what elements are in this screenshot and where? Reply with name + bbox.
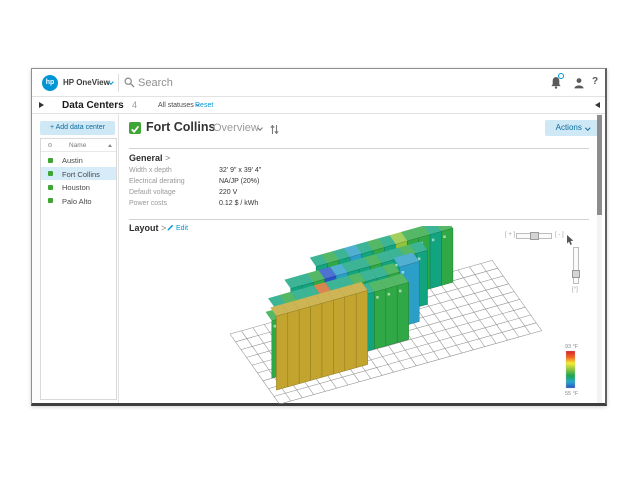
sidebar: + Add data center Name Austin Fort Colli… bbox=[32, 114, 119, 403]
legend-gradient-bar bbox=[566, 351, 575, 388]
page-title: Data Centers bbox=[62, 97, 124, 114]
data-center-title: Fort Collins bbox=[146, 120, 215, 134]
status-ok-icon bbox=[48, 198, 53, 203]
pointer-cursor-icon bbox=[566, 235, 575, 246]
user-icon[interactable] bbox=[573, 76, 587, 89]
rack-rows[interactable] bbox=[266, 226, 453, 390]
zoom-in-label[interactable]: [ + ] bbox=[505, 232, 515, 238]
list-item-fort-collins[interactable]: Fort Collins bbox=[41, 167, 116, 181]
rotate-label: [°] bbox=[572, 287, 578, 293]
filter-bar: Data Centers 4 All statuses Reset bbox=[32, 97, 605, 114]
info-row: Electrical deratingNA/JP (20%) bbox=[129, 178, 259, 185]
legend-max-label: 93 °F bbox=[565, 344, 579, 350]
status-ok-icon bbox=[48, 171, 53, 176]
data-center-list: Name Austin Fort Collins Houston bbox=[40, 138, 117, 400]
help-icon[interactable]: ? bbox=[592, 76, 606, 89]
info-row: Default voltage220 V bbox=[129, 189, 237, 196]
search-icon bbox=[124, 77, 135, 88]
expand-panel-icon[interactable] bbox=[39, 102, 44, 108]
rotate-slider[interactable] bbox=[573, 247, 579, 284]
alerts-bell-icon[interactable] bbox=[550, 76, 564, 89]
general-section-heading[interactable]: General > bbox=[129, 153, 170, 163]
alert-badge bbox=[558, 73, 564, 79]
list-item-houston[interactable]: Houston bbox=[41, 180, 116, 194]
actions-button[interactable]: Actions bbox=[545, 120, 600, 136]
zoom-slider-thumb[interactable] bbox=[530, 232, 539, 240]
status-ok-check-icon bbox=[129, 122, 141, 134]
zoom-out-label[interactable]: [ - ] bbox=[555, 232, 564, 238]
app-title: HP OneView bbox=[63, 78, 110, 87]
activity-sort-icon[interactable] bbox=[270, 122, 279, 140]
list-item-palo-alto[interactable]: Palo Alto bbox=[41, 194, 116, 208]
add-data-center-button[interactable]: + Add data center bbox=[40, 121, 115, 135]
layout-3d-view[interactable]: 93 °F 55 °F bbox=[120, 226, 598, 404]
view-selector-dropdown[interactable]: Overview bbox=[213, 122, 259, 134]
status-ok-icon bbox=[48, 158, 53, 163]
top-bar: hp HP OneView Search ? bbox=[32, 69, 605, 97]
reset-filter-link[interactable]: Reset bbox=[195, 97, 213, 114]
name-column-header[interactable]: Name bbox=[69, 142, 86, 149]
list-item-austin[interactable]: Austin bbox=[41, 153, 116, 167]
collapse-panel-icon[interactable] bbox=[595, 102, 600, 108]
item-count: 4 bbox=[132, 97, 137, 114]
info-row: Power costs0.12 $ / kWh bbox=[129, 200, 258, 207]
sort-asc-icon[interactable] bbox=[108, 144, 112, 147]
hp-logo: hp bbox=[42, 75, 58, 91]
divider bbox=[129, 148, 589, 149]
info-row: Width x depth32' 9" x 39' 4" bbox=[129, 167, 261, 174]
legend-min-label: 55 °F bbox=[565, 391, 579, 397]
search-placeholder: Search bbox=[138, 77, 173, 89]
temperature-legend: 93 °F 55 °F bbox=[565, 344, 579, 397]
rotate-slider-thumb[interactable] bbox=[572, 270, 580, 278]
zoom-slider[interactable] bbox=[516, 233, 552, 239]
search-input[interactable]: Search bbox=[124, 75, 424, 91]
status-ok-icon bbox=[48, 185, 53, 190]
divider bbox=[118, 74, 119, 92]
status-column-icon bbox=[48, 143, 52, 147]
scrollbar-thumb[interactable] bbox=[597, 115, 602, 215]
list-header: Name bbox=[41, 139, 116, 152]
status-filter-dropdown[interactable]: All statuses bbox=[158, 97, 199, 114]
divider bbox=[129, 219, 589, 220]
